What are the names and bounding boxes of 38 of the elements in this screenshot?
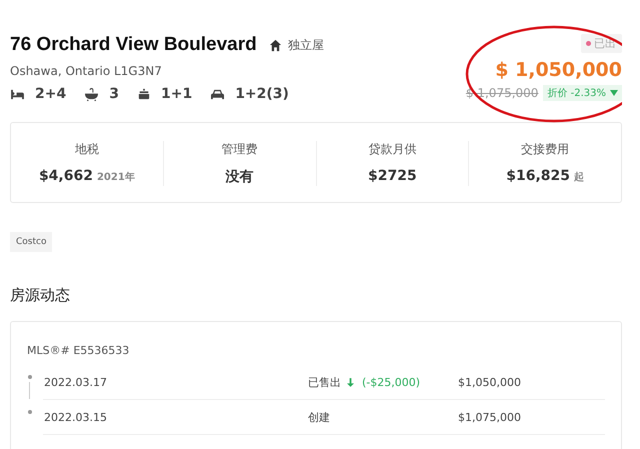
cost-value: $16,825 — [506, 168, 570, 184]
tag[interactable]: Costco — [10, 232, 52, 252]
property-type: 独立屋 — [288, 36, 324, 54]
feature-count: 1+2(3) — [235, 86, 289, 102]
timeline-dot — [28, 410, 32, 414]
car-icon — [210, 88, 226, 100]
feature-count: 1+1 — [160, 86, 192, 102]
cost-note: 2021年 — [96, 170, 135, 184]
address: Oshawa, Ontario L1G3N7 — [10, 64, 163, 78]
event-type: 创建 — [308, 410, 330, 424]
cost-note: 起 — [574, 170, 584, 184]
house-icon — [268, 38, 282, 52]
cost-value: 没有 — [226, 168, 254, 186]
cost-label: 管理费 — [222, 141, 258, 158]
down-arrow-icon — [347, 378, 354, 386]
event-price: $1,075,000 — [458, 410, 522, 424]
cost-label: 地税 — [74, 141, 99, 158]
cost-value: $2725 — [368, 168, 417, 184]
pot-icon — [136, 88, 151, 100]
event-date: 2022.03.15 — [44, 410, 108, 424]
timeline-dot — [28, 375, 32, 379]
listing-title: 76 Orchard View Boulevard — [10, 34, 257, 56]
event-date: 2022.03.17 — [44, 376, 108, 388]
discount-badge: 折价 -2.33% — [543, 85, 622, 101]
bathtub-icon — [84, 88, 100, 100]
section-title: 房源动态 — [10, 286, 71, 305]
event-type: 已售出 — [308, 374, 341, 390]
cost-label: 贷款月供 — [368, 141, 416, 158]
original-price: $ 1,075,000 — [466, 86, 538, 100]
feature-count: 2+4 — [35, 86, 66, 102]
mls-number: MLS®# E5536533 — [27, 344, 130, 357]
event-price: $1,050,000 — [458, 376, 522, 388]
price-change: (-$25,000) — [362, 376, 420, 388]
feature-count: 3 — [109, 86, 119, 102]
sold-price: $ 1,050,000 — [495, 59, 622, 81]
cost-label: 交接费用 — [521, 141, 570, 158]
cost-value: $4,662 — [38, 168, 93, 184]
bed-icon — [10, 88, 25, 100]
